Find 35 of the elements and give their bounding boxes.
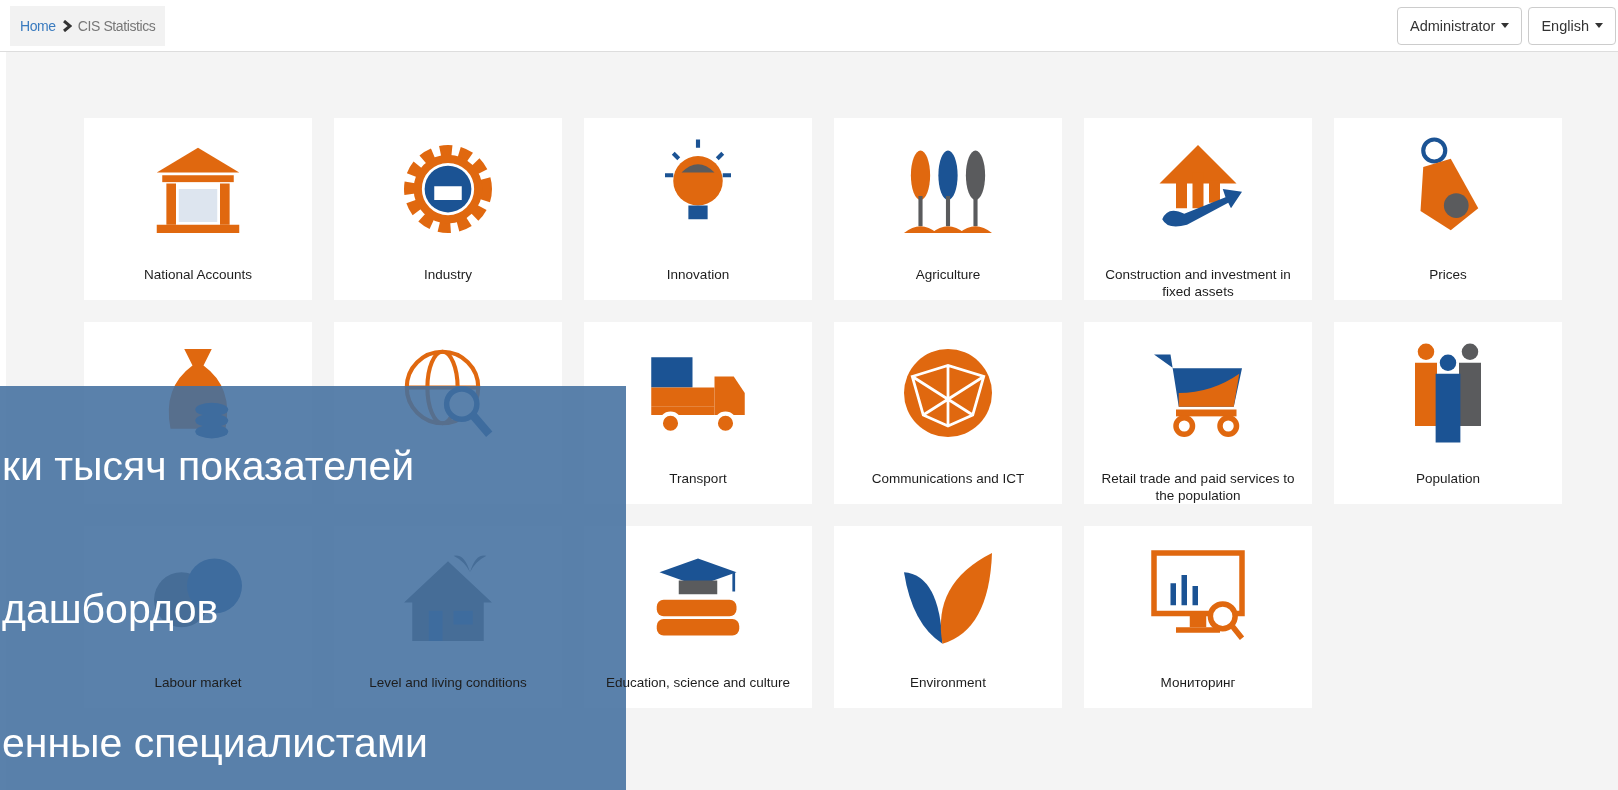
overlay-text: енные специалистами [2, 720, 428, 766]
category-tile[interactable]: National Accounts [84, 118, 312, 300]
category-tile[interactable]: Retail trade and paid services to the population [1084, 322, 1312, 504]
tile-label: Industry [423, 266, 473, 283]
breadcrumb-current: CIS Statistics [77, 17, 156, 34]
tile-label: Communications and ICT [870, 470, 1026, 487]
breadcrumb-link[interactable]: Home [20, 17, 56, 34]
overlay-text: дашбордов [2, 586, 219, 632]
tile-label: Innovation [665, 266, 731, 283]
category-tile[interactable]: Communications and ICT [834, 322, 1062, 504]
category-tile[interactable]: Construction and investment in fixed assets [1084, 118, 1312, 300]
category-tile[interactable]: Prices [1334, 118, 1562, 300]
tile-label: Environment [909, 674, 987, 691]
category-tile[interactable]: Industry [334, 118, 562, 300]
category-tile[interactable]: Agriculture [834, 118, 1062, 300]
tile-label: Labour market [153, 674, 243, 691]
tile-label: Retail trade and paid services to the population [1100, 470, 1296, 504]
tile-label: Agriculture [914, 266, 982, 283]
tile-label: National Accounts [142, 266, 254, 283]
tile-label: Мониторинг [1159, 674, 1237, 691]
tile-label: Level and living conditions [368, 674, 528, 691]
dropdown-button[interactable]: English [1528, 6, 1616, 45]
tile-label: Transport [668, 470, 728, 487]
overlay-text: ки тысяч показателей [2, 443, 415, 489]
category-tile[interactable]: Environment [834, 526, 1062, 708]
category-tile[interactable]: Population [1334, 322, 1562, 504]
caret-icon [1501, 23, 1510, 28]
chevron-icon [61, 19, 72, 32]
category-tile[interactable]: Innovation [584, 118, 812, 300]
tile-label: Population [1415, 470, 1481, 487]
caret-icon [1595, 23, 1603, 28]
tile-label: Construction and investment in fixed assets [1104, 266, 1292, 300]
category-tile[interactable]: Мониторинг [1084, 526, 1312, 708]
tile-label: Prices [1428, 266, 1468, 283]
dropdown-button[interactable]: Administrator [1397, 6, 1523, 45]
